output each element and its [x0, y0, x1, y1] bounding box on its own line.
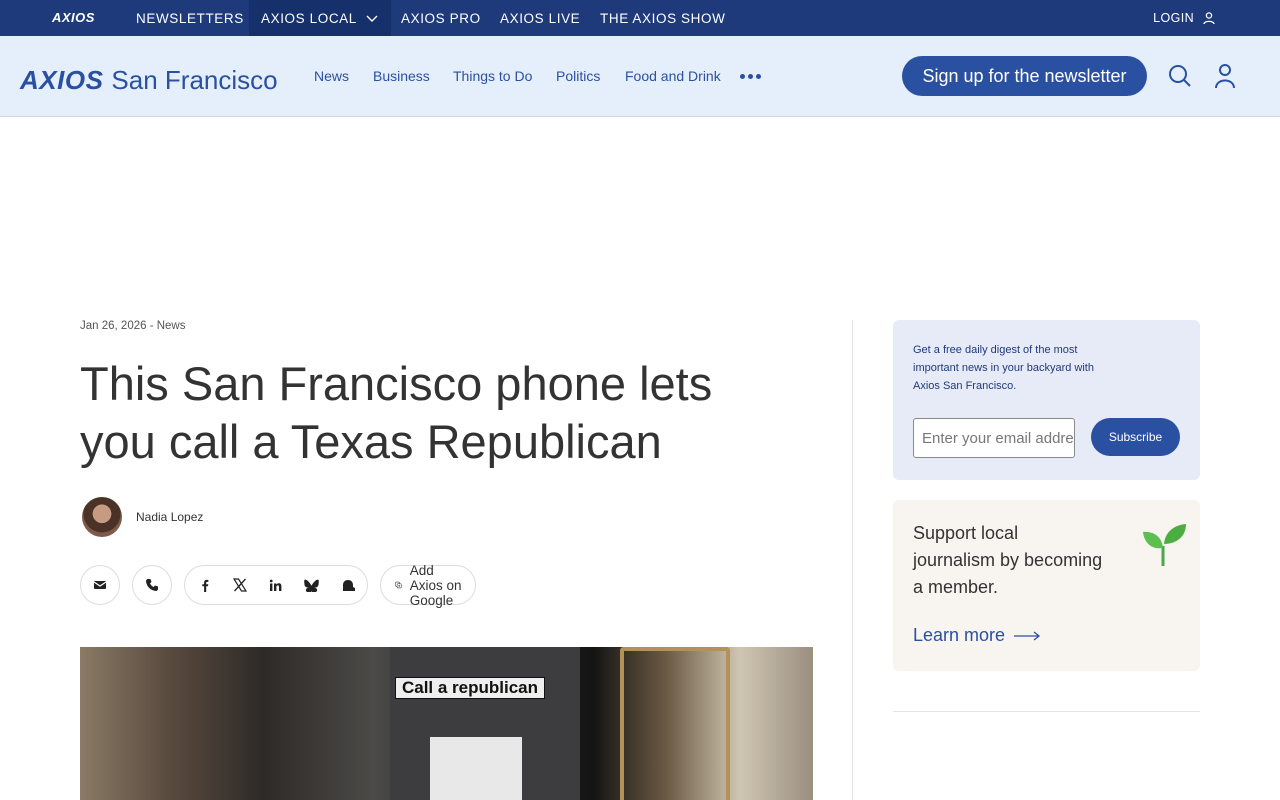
facebook-share-button[interactable] — [187, 567, 223, 603]
email-field[interactable] — [913, 418, 1075, 458]
add-axios-on-google-label: Add Axios on Google — [409, 562, 462, 608]
arrow-right-icon — [1014, 630, 1041, 641]
x-share-button[interactable] — [223, 567, 259, 603]
subscribe-button[interactable]: Subscribe — [1091, 418, 1180, 456]
mastodon-icon — [342, 579, 355, 591]
article-meta: Jan 26, 2026 - News — [80, 320, 186, 332]
share-email-button[interactable] — [80, 565, 120, 605]
axios-logo[interactable]: AXIOS — [52, 10, 95, 25]
brand-logo[interactable]: AXIOS San Francisco — [20, 65, 278, 96]
sidebar-divider — [893, 711, 1200, 712]
learn-more-link[interactable]: Learn more — [913, 625, 1041, 646]
author-name[interactable]: Nadia Lopez — [136, 510, 203, 524]
photo-door — [620, 647, 730, 800]
add-source-icon — [395, 581, 402, 589]
phone-icon — [146, 579, 158, 591]
nav-axios-local[interactable]: AXIOS LOCAL — [249, 0, 391, 36]
photo-sign: Call a republican — [395, 677, 545, 699]
nav-axios-pro[interactable]: AXIOS PRO — [401, 0, 481, 36]
bluesky-share-button[interactable] — [294, 567, 330, 603]
newsletter-card: Get a free daily digest of the most impo… — [893, 320, 1200, 480]
top-nav: AXIOS NEWSLETTERS AXIOS LOCAL AXIOS PRO … — [0, 0, 1280, 36]
social-share-group — [184, 565, 368, 605]
more-menu-icon[interactable] — [740, 74, 761, 79]
section-business[interactable]: Business — [373, 68, 430, 84]
section-news[interactable]: News — [314, 68, 349, 84]
nav-axios-local-label: AXIOS LOCAL — [261, 10, 357, 26]
article-photo: Call a republican — [80, 647, 813, 800]
newsletter-description: Get a free daily digest of the most impo… — [913, 344, 1094, 392]
photo-notice — [430, 737, 522, 800]
chevron-down-icon — [366, 15, 378, 22]
share-sms-button[interactable] — [132, 565, 172, 605]
login-label: LOGIN — [1153, 11, 1194, 25]
bluesky-icon — [304, 579, 319, 592]
search-icon[interactable] — [1168, 63, 1192, 89]
article-headline: This San Francisco phone lets you call a… — [80, 357, 713, 468]
add-axios-on-google-button[interactable]: Add Axios on Google — [380, 562, 476, 608]
linkedin-icon — [270, 579, 282, 591]
signup-newsletter-button[interactable]: Sign up for the newsletter — [902, 56, 1147, 96]
brand-axios: AXIOS — [20, 65, 104, 95]
login-link[interactable]: LOGIN — [1153, 0, 1216, 36]
threads-share-button[interactable] — [329, 567, 365, 603]
nav-axios-live[interactable]: AXIOS LIVE — [500, 0, 580, 36]
author-byline: Nadia Lopez — [82, 497, 203, 537]
linkedin-share-button[interactable] — [258, 567, 294, 603]
sprout-icon — [1143, 524, 1186, 566]
column-divider — [852, 320, 853, 800]
facebook-icon — [202, 579, 209, 592]
user-icon — [1203, 12, 1215, 25]
brand-city: San Francisco — [111, 65, 278, 95]
membership-text: Support local journalism by becoming a m… — [913, 523, 1103, 597]
membership-card: Support local journalism by becoming a m… — [893, 500, 1200, 671]
learn-more-label: Learn more — [913, 625, 1006, 645]
section-things-to-do[interactable]: Things to Do — [453, 68, 532, 84]
author-avatar[interactable] — [82, 497, 122, 537]
x-icon — [233, 578, 248, 592]
local-header: AXIOS San Francisco News Business Things… — [0, 36, 1280, 117]
nav-newsletters[interactable]: NEWSLETTERS — [136, 0, 244, 36]
nav-axios-show[interactable]: THE AXIOS SHOW — [600, 0, 725, 36]
account-icon[interactable] — [1214, 63, 1236, 89]
email-icon — [93, 581, 107, 589]
section-food-and-drink[interactable]: Food and Drink — [625, 68, 721, 84]
section-politics[interactable]: Politics — [556, 68, 600, 84]
